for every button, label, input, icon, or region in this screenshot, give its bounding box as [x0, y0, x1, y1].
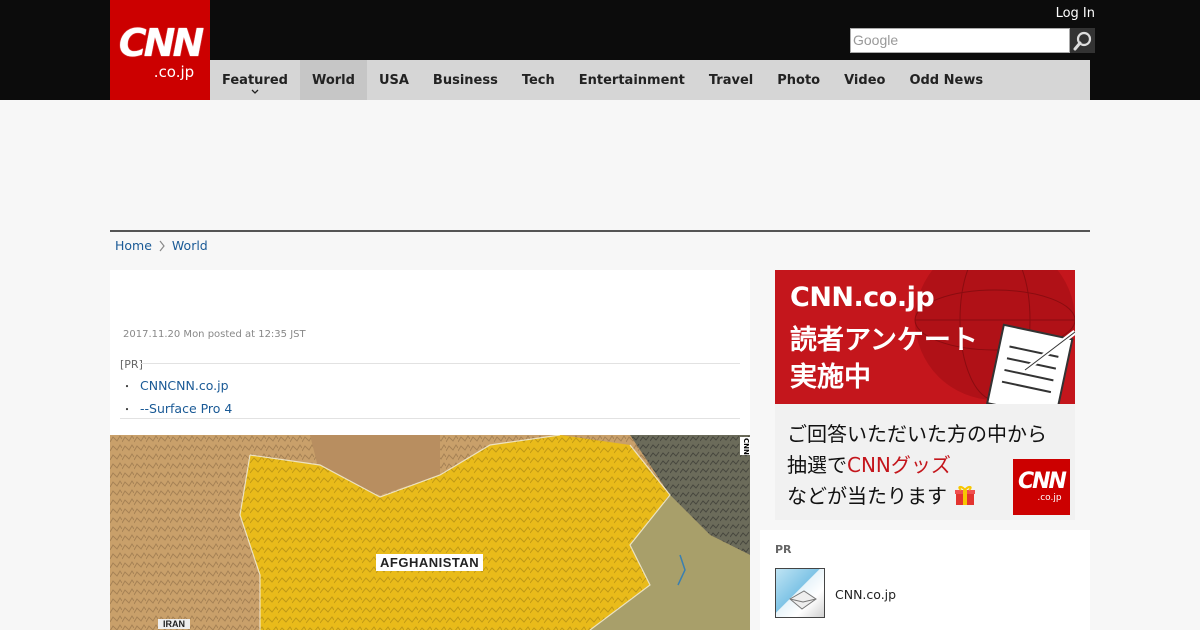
banner-text: 抽選でCNNグッズ [787, 449, 951, 478]
pr-label: [PR] [120, 358, 143, 371]
chevron-down-icon [251, 89, 259, 94]
sidebar-pr-box: PR CNN.co.jp [760, 530, 1090, 630]
search-button[interactable] [1070, 28, 1095, 53]
map-label-afghanistan: AFGHANISTAN [376, 554, 484, 571]
cnn-logo-small: CNN .co.jp [1013, 459, 1070, 515]
article-map-image[interactable]: AFGHANISTAN IRAN CNN [110, 435, 750, 630]
chevron-right-icon [159, 240, 165, 251]
section-divider [110, 230, 1090, 232]
search-icon [1073, 31, 1091, 50]
list-item: ・ CNNCNN.co.jp [122, 374, 232, 397]
nav-item-label: World [311, 72, 355, 88]
nav-item-business[interactable]: Business [421, 60, 510, 100]
nav-item-usa[interactable]: USA [367, 60, 421, 100]
pr-link-list: ・ CNNCNN.co.jp ・ --Surface Pro 4 [122, 374, 232, 420]
login-link[interactable]: Log In [1056, 6, 1095, 21]
map-label-iran: IRAN [158, 619, 190, 629]
envelope-icon [789, 590, 817, 610]
main-nav: Featured World USA Business Tech Enterta… [210, 60, 1090, 100]
nav-item-featured[interactable]: Featured [210, 60, 300, 100]
nav-item-label: Odd News [909, 72, 984, 88]
breadcrumb-world[interactable]: World [172, 238, 208, 253]
cnn-watermark: CNN [740, 437, 750, 455]
banner-text-part: 抽選で [787, 453, 847, 477]
survey-banner[interactable]: CNN.co.jp 読者アンケート 実施中 [775, 270, 1075, 404]
nav-item-label: Travel [708, 72, 754, 88]
banner-text: などが当たります [787, 480, 977, 509]
nav-item-odd-news[interactable]: Odd News [897, 60, 995, 100]
map-terrain [110, 435, 750, 630]
ad-space [110, 100, 1090, 230]
nav-item-tech[interactable]: Tech [510, 60, 567, 100]
nav-item-label: USA [378, 72, 409, 88]
banner-text-highlight: CNNグッズ [847, 453, 951, 477]
nav-item-label: Entertainment [578, 72, 685, 88]
search-input[interactable]: Google [850, 28, 1070, 53]
nav-item-world[interactable]: World [299, 60, 367, 100]
breadcrumb: Home World [115, 238, 208, 253]
banner-line: 実施中 [790, 362, 871, 393]
banner-text: ご回答いただいた方の中から [787, 422, 1047, 446]
nav-item-entertainment[interactable]: Entertainment [567, 60, 697, 100]
list-item: ・ --Surface Pro 4 [122, 397, 232, 420]
nav-item-label: Video [844, 72, 886, 88]
nav-item-label: Business [432, 72, 498, 88]
bullet-icon: ・ [122, 382, 132, 393]
nav-item-video[interactable]: Video [832, 60, 897, 100]
banner-text-part: などが当たります [787, 484, 947, 508]
bullet-icon: ・ [122, 405, 132, 416]
banner-line: 読者アンケート [790, 325, 978, 356]
divider [140, 363, 740, 364]
nav-item-label: Photo [777, 72, 821, 88]
nav-item-photo[interactable]: Photo [765, 60, 832, 100]
logo-text: CNN [1018, 469, 1067, 494]
pr-heading: PR [775, 543, 792, 556]
logo-domain: .co.jp [1037, 493, 1062, 503]
cnn-logo[interactable]: CNN .co.jp [110, 0, 210, 100]
pr-link[interactable]: CNNCNN.co.jp [140, 378, 229, 393]
article-date: 2017.11.20 Mon posted at 12:35 JST [123, 329, 306, 340]
breadcrumb-home[interactable]: Home [115, 238, 152, 253]
pr-thumbnail[interactable] [775, 568, 825, 618]
survey-banner-detail[interactable]: ご回答いただいた方の中から 抽選でCNNグッズ などが当たります CNN .co… [775, 404, 1075, 520]
nav-item-travel[interactable]: Travel [697, 60, 765, 100]
logo-text: CNN [118, 21, 204, 65]
nav-item-label: Featured [222, 72, 288, 88]
logo-domain: .co.jp [153, 63, 195, 81]
gift-icon [955, 486, 976, 505]
nav-item-label: Tech [521, 72, 555, 88]
pr-link[interactable]: --Surface Pro 4 [140, 401, 232, 416]
banner-title: CNN.co.jp [790, 282, 935, 313]
pr-item-link[interactable]: CNN.co.jp [835, 587, 896, 602]
divider [120, 418, 740, 419]
article-header: 2017.11.20 Mon posted at 12:35 JST [PR] … [110, 270, 750, 435]
